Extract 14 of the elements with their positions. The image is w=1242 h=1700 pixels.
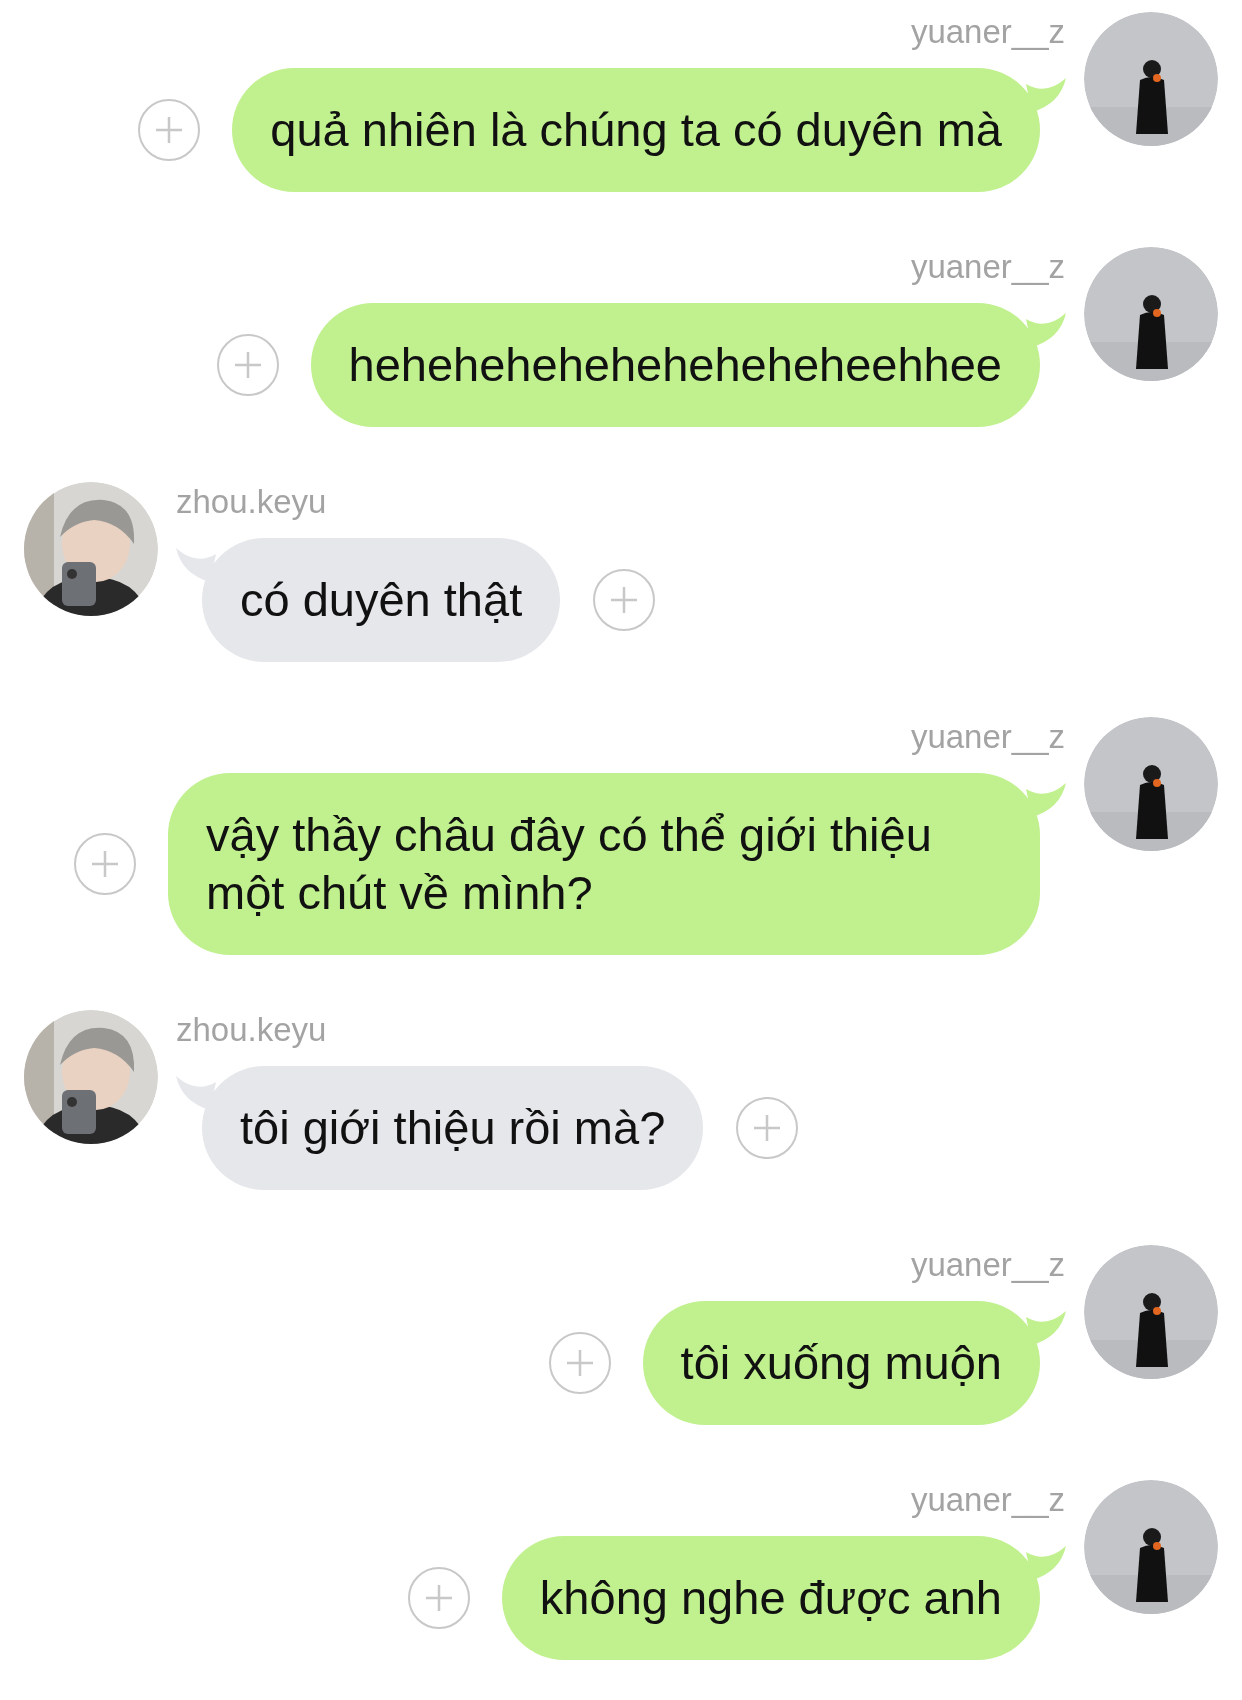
- sender-name: zhou.keyu: [176, 482, 327, 522]
- message-bubble: vậy thầy châu đây có thể giới thiệu một chút về mình?: [168, 773, 1040, 955]
- message-bubble: heheheheheheheheheheehhee: [310, 303, 1040, 427]
- message-bubble: tôi xuống muộn: [642, 1301, 1040, 1425]
- sender-name: yuaner__z: [910, 12, 1065, 52]
- message-bubble: không nghe được anh: [501, 1536, 1040, 1660]
- message-bubble: tôi giới thiệu rồi mà?: [202, 1066, 704, 1190]
- sender-name: yuaner__z: [910, 1480, 1065, 1520]
- sender-name: yuaner__z: [910, 717, 1065, 757]
- sender-name: yuaner__z: [910, 247, 1065, 287]
- message-bubble: quả nhiên là chúng ta có duyên mà: [232, 68, 1040, 192]
- sender-name: yuaner__z: [910, 1245, 1065, 1285]
- sender-name: zhou.keyu: [176, 1010, 327, 1050]
- message-bubble: có duyên thật: [202, 538, 561, 662]
